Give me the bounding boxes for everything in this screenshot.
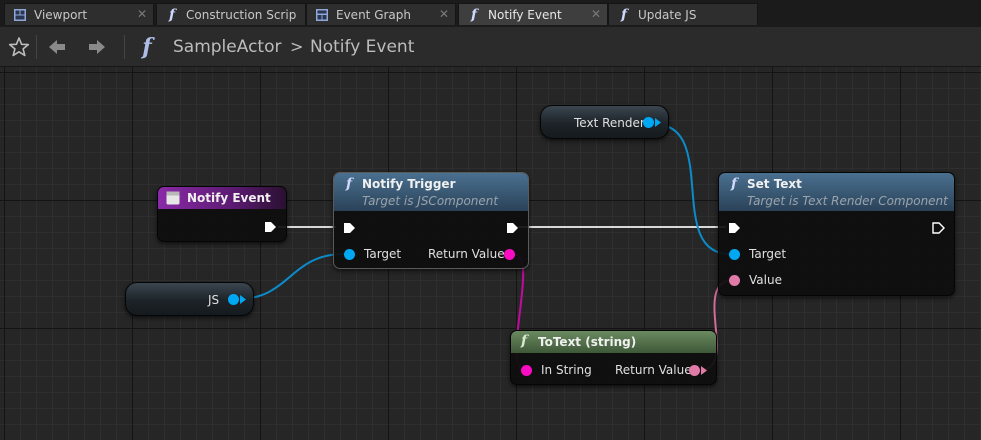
tab-construction-script[interactable]: f Construction Scrip	[156, 3, 306, 25]
star-icon	[8, 37, 30, 57]
pin-label: Target	[364, 247, 402, 261]
breadcrumb-graph: Notify Event	[310, 37, 415, 57]
tab-label: Viewport	[34, 7, 88, 22]
function-icon: f	[168, 6, 176, 23]
pin-arrow-icon	[701, 366, 707, 375]
back-button[interactable]	[44, 33, 70, 61]
pin-arrow-icon	[240, 295, 246, 304]
target-input-pin[interactable]	[344, 249, 355, 260]
exec-output-pin[interactable]	[932, 222, 945, 234]
node-title: Set Text	[747, 177, 802, 191]
tab-update-js[interactable]: f Update JS	[608, 3, 758, 25]
tab-label: Notify Event	[488, 7, 562, 22]
node-title: ToText (string)	[538, 335, 637, 349]
favorite-star-button[interactable]	[6, 33, 32, 61]
toolbar-divider	[36, 35, 37, 59]
variable-label: JS	[208, 293, 220, 307]
tab-notify-event[interactable]: f Notify Event ✕	[458, 3, 608, 25]
tab-event-graph[interactable]: Event Graph ✕	[306, 3, 456, 25]
tab-label: Event Graph	[336, 7, 411, 22]
target-input-pin[interactable]	[729, 249, 740, 260]
in-string-input-pin[interactable]	[521, 365, 532, 376]
pin-label: Value	[749, 273, 782, 287]
pin-label: Target	[749, 247, 787, 261]
function-icon: f	[731, 176, 738, 192]
object-output-pin[interactable]	[643, 117, 654, 128]
function-icon: f	[470, 6, 478, 23]
exec-output-pin[interactable]	[506, 222, 519, 234]
variable-label: Text Render	[574, 116, 645, 130]
forward-button[interactable]	[84, 33, 110, 61]
function-icon: f	[346, 176, 353, 192]
node-subtitle: Target is Text Render Component	[747, 194, 948, 208]
pin-label: Return Value	[428, 247, 505, 261]
graph-navigation-bar: f SampleActor > Notify Event	[0, 27, 981, 67]
document-tab-bar: Viewport ✕ f Construction Scrip Event Gr…	[0, 0, 981, 27]
js-variable-node[interactable]: JS	[125, 282, 254, 316]
value-input-pin[interactable]	[729, 275, 740, 286]
pin-label: In String	[541, 363, 592, 377]
tab-viewport[interactable]: Viewport ✕	[4, 3, 154, 25]
event-icon	[166, 191, 180, 205]
exec-input-pin[interactable]	[343, 222, 356, 234]
return-value-output-pin[interactable]	[689, 365, 700, 376]
pin-arrow-icon	[655, 118, 661, 127]
arrow-left-icon	[49, 40, 65, 54]
tab-close-icon[interactable]: ✕	[439, 7, 449, 21]
tab-label: Update JS	[638, 7, 697, 22]
notify-event-node[interactable]: Notify Event	[157, 186, 287, 242]
graph-canvas[interactable]: Text Render JS Notify Event f Notify Tri…	[0, 67, 981, 440]
breadcrumb-actor[interactable]: SampleActor	[173, 37, 281, 57]
tab-label: Construction Scrip	[186, 7, 297, 22]
exec-output-pin[interactable]	[264, 221, 277, 233]
function-icon: f	[620, 6, 628, 23]
toolbar-divider	[124, 35, 125, 59]
arrow-right-icon	[89, 40, 105, 54]
exec-input-pin[interactable]	[728, 222, 741, 234]
tab-close-icon[interactable]: ✕	[137, 7, 147, 21]
set-text-node[interactable]: f Set Text Target is Text Render Compone…	[718, 172, 955, 296]
pin-label: Return Value	[615, 363, 692, 377]
function-icon: f	[521, 333, 528, 349]
object-output-pin[interactable]	[228, 294, 239, 305]
viewport-icon	[13, 8, 27, 22]
tab-close-icon[interactable]: ✕	[591, 7, 601, 21]
node-title: Notify Event	[187, 191, 271, 205]
node-subtitle: Target is JSComponent	[362, 194, 499, 208]
function-icon: f	[142, 34, 152, 60]
text-render-variable-node[interactable]: Text Render	[540, 105, 669, 139]
event-graph-icon	[315, 8, 329, 22]
notify-trigger-node[interactable]: f Notify Trigger Target is JSComponent T…	[333, 172, 529, 269]
return-value-output-pin[interactable]	[504, 249, 515, 260]
to-text-string-node[interactable]: f ToText (string) In String Return Value	[510, 330, 717, 385]
breadcrumb-separator: >	[290, 37, 304, 56]
node-title: Notify Trigger	[362, 177, 456, 191]
